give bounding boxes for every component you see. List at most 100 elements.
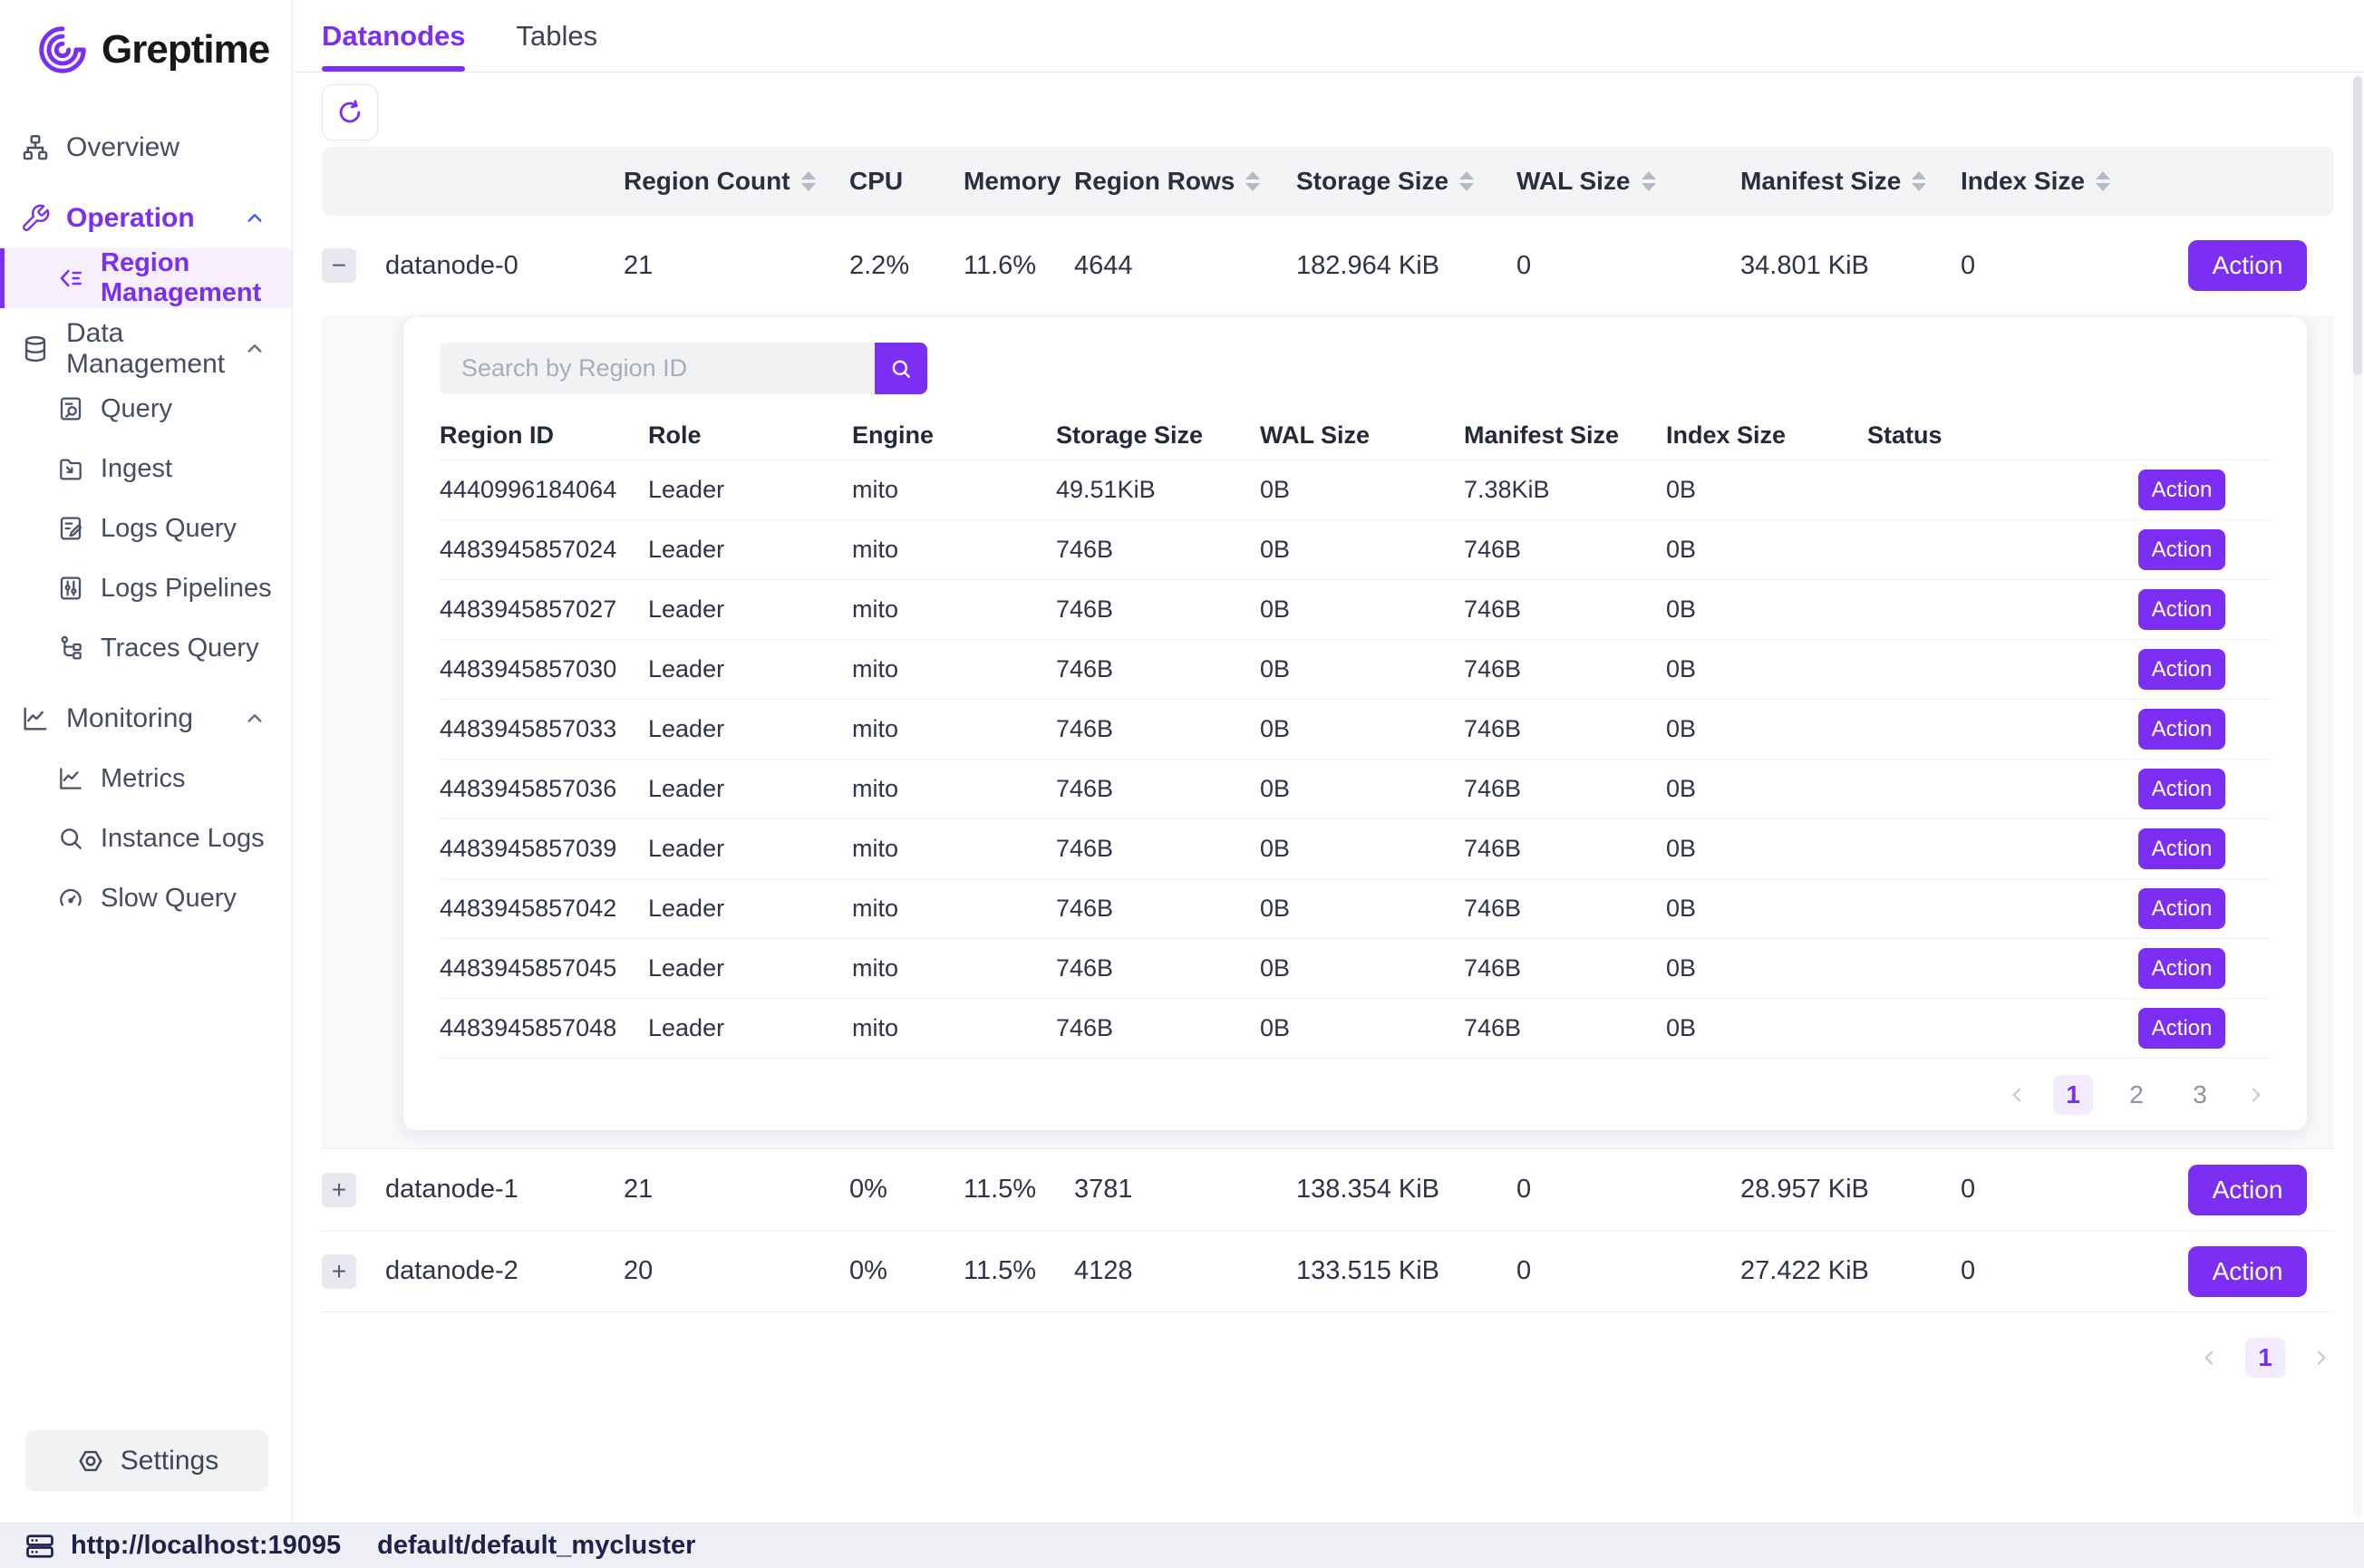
region-table-card: Region ID Role Engine Storage Size WAL S…	[403, 317, 2307, 1130]
region-search-input[interactable]	[440, 343, 875, 394]
datanode-row: + datanode-2 20 0% 11.5% 4128 133.515 Ki…	[322, 1231, 2334, 1312]
sidebar-item-logs-pipelines[interactable]: Logs Pipelines	[0, 558, 292, 618]
sidebar-item-traces-query[interactable]: Traces Query	[0, 618, 292, 678]
column-header-region-rows[interactable]: Region Rows	[1074, 167, 1296, 196]
sidebar-item-label: Slow Query	[101, 884, 237, 914]
region-id: 4483945857027	[440, 595, 648, 624]
sort-icon[interactable]	[1912, 171, 1926, 191]
region-row: 4483945857042 Leader mito 746B 0B 746B 0…	[440, 878, 2271, 938]
scrollbar-thumb[interactable]	[2353, 76, 2362, 375]
region-row: 4483945857030 Leader mito 746B 0B 746B 0…	[440, 639, 2271, 699]
page-button-2[interactable]: 2	[2117, 1075, 2156, 1115]
datanode-action-button[interactable]: Action	[2188, 1246, 2307, 1297]
column-header-cpu: CPU	[849, 167, 964, 196]
region-action-button[interactable]: Action	[2138, 828, 2225, 869]
main-panel: Datanodes Tables Region Count	[293, 0, 2364, 1523]
region-management-icon	[56, 264, 85, 293]
region-id: 4483945857039	[440, 835, 648, 863]
region-action-button[interactable]: Action	[2138, 529, 2225, 570]
sidebar-item-label: Operation	[66, 203, 195, 234]
collapse-row-button[interactable]: −	[322, 248, 356, 283]
datanode-row: − datanode-0 21 2.2% 11.6% 4644 182.964 …	[322, 216, 2334, 315]
brand-logo: Greptime	[0, 0, 292, 78]
settings-button[interactable]: Settings	[25, 1430, 268, 1491]
column-header-index-size[interactable]: Index Size	[1961, 167, 2187, 196]
region-action-button[interactable]: Action	[2138, 888, 2225, 929]
document-pencil-icon	[56, 514, 85, 543]
sidebar-item-operation[interactable]: Operation	[0, 189, 292, 248]
sidebar-item-instance-logs[interactable]: Instance Logs	[0, 808, 292, 868]
expand-row-button[interactable]: +	[322, 1173, 356, 1207]
refresh-button[interactable]	[322, 84, 378, 140]
sort-icon[interactable]	[1245, 171, 1260, 191]
brand-name: Greptime	[102, 27, 269, 73]
region-action-button[interactable]: Action	[2138, 769, 2225, 809]
ingest-icon	[56, 454, 85, 483]
chevron-up-icon[interactable]	[241, 205, 268, 232]
datanode-row: + datanode-1 21 0% 11.5% 3781 138.354 Ki…	[322, 1149, 2334, 1231]
settings-label: Settings	[121, 1446, 218, 1476]
sort-icon[interactable]	[801, 171, 816, 191]
prev-page-icon[interactable]	[2198, 1346, 2222, 1370]
gear-icon	[75, 1446, 106, 1476]
region-table-header: Region ID Role Engine Storage Size WAL S…	[440, 411, 2271, 460]
sidebar-nav: Overview Operation	[0, 118, 292, 1523]
expand-row-button[interactable]: +	[322, 1254, 356, 1289]
sort-icon[interactable]	[1459, 171, 1474, 191]
region-row: 4483945857039 Leader mito 746B 0B 746B 0…	[440, 818, 2271, 878]
datanode-name: datanode-1	[385, 1175, 624, 1205]
sidebar-item-data-management[interactable]: Data Management	[0, 319, 292, 379]
chevron-up-icon[interactable]	[241, 705, 268, 732]
document-search-icon	[56, 394, 85, 423]
sidebar-item-query[interactable]: Query	[0, 379, 292, 439]
page-button-3[interactable]: 3	[2180, 1075, 2220, 1115]
page-button-1[interactable]: 1	[2053, 1075, 2093, 1115]
sidebar-item-slow-query[interactable]: Slow Query	[0, 868, 292, 928]
next-page-icon[interactable]	[2309, 1346, 2332, 1370]
gauge-icon	[56, 884, 85, 913]
region-action-button[interactable]: Action	[2138, 709, 2225, 750]
sidebar-item-overview[interactable]: Overview	[0, 118, 292, 178]
sidebar-item-label: Traces Query	[101, 634, 259, 663]
sort-icon[interactable]	[2096, 171, 2110, 191]
datanodes-table-header: Region Count CPU Memory Region Rows Stor…	[322, 147, 2334, 216]
wrench-icon	[20, 203, 51, 234]
sidebar-item-monitoring[interactable]: Monitoring	[0, 689, 292, 749]
sidebar-item-logs-query[interactable]: Logs Query	[0, 498, 292, 558]
sort-icon[interactable]	[1642, 171, 1656, 191]
refresh-icon	[334, 97, 365, 128]
server-icon	[24, 1530, 56, 1563]
scrollbar[interactable]	[2353, 76, 2362, 1517]
region-action-button[interactable]: Action	[2138, 469, 2225, 510]
next-page-icon[interactable]	[2243, 1083, 2267, 1107]
sidebar-item-metrics[interactable]: Metrics	[0, 749, 292, 808]
region-action-button[interactable]: Action	[2138, 1008, 2225, 1049]
chevron-up-icon[interactable]	[241, 335, 268, 363]
tab-datanodes[interactable]: Datanodes	[322, 0, 465, 72]
region-action-button[interactable]: Action	[2138, 649, 2225, 690]
sidebar-item-region-management[interactable]: Region Management	[0, 248, 292, 308]
datanode-action-button[interactable]: Action	[2188, 1165, 2307, 1215]
database-icon	[20, 334, 51, 364]
region-search-button[interactable]	[875, 343, 927, 394]
column-header-storage-size[interactable]: Storage Size	[1296, 167, 1516, 196]
region-search	[440, 343, 2271, 394]
region-row: 4483945857027 Leader mito 746B 0B 746B 0…	[440, 579, 2271, 639]
column-header-manifest-size[interactable]: Manifest Size	[1740, 167, 1961, 196]
column-header-wal-size[interactable]: WAL Size	[1516, 167, 1740, 196]
region-id: 4483945857033	[440, 715, 648, 743]
sidebar-item-label: Logs Query	[101, 514, 237, 544]
page-button-1[interactable]: 1	[2245, 1338, 2285, 1378]
tab-tables[interactable]: Tables	[516, 0, 597, 72]
datanode-action-button[interactable]: Action	[2188, 240, 2307, 291]
expanded-region-zone: Region ID Role Engine Storage Size WAL S…	[322, 315, 2334, 1149]
region-action-button[interactable]: Action	[2138, 589, 2225, 630]
column-header-memory: Memory	[964, 167, 1074, 196]
region-row: 4440996184064 Leader mito 49.51KiB 0B 7.…	[440, 460, 2271, 519]
column-header-region-count[interactable]: Region Count	[624, 167, 849, 196]
sidebar-item-ingest[interactable]: Ingest	[0, 439, 292, 498]
sidebar-item-label: Query	[101, 394, 172, 424]
region-pagination: 1 2 3	[440, 1058, 2271, 1130]
region-action-button[interactable]: Action	[2138, 948, 2225, 989]
prev-page-icon[interactable]	[2006, 1083, 2030, 1107]
